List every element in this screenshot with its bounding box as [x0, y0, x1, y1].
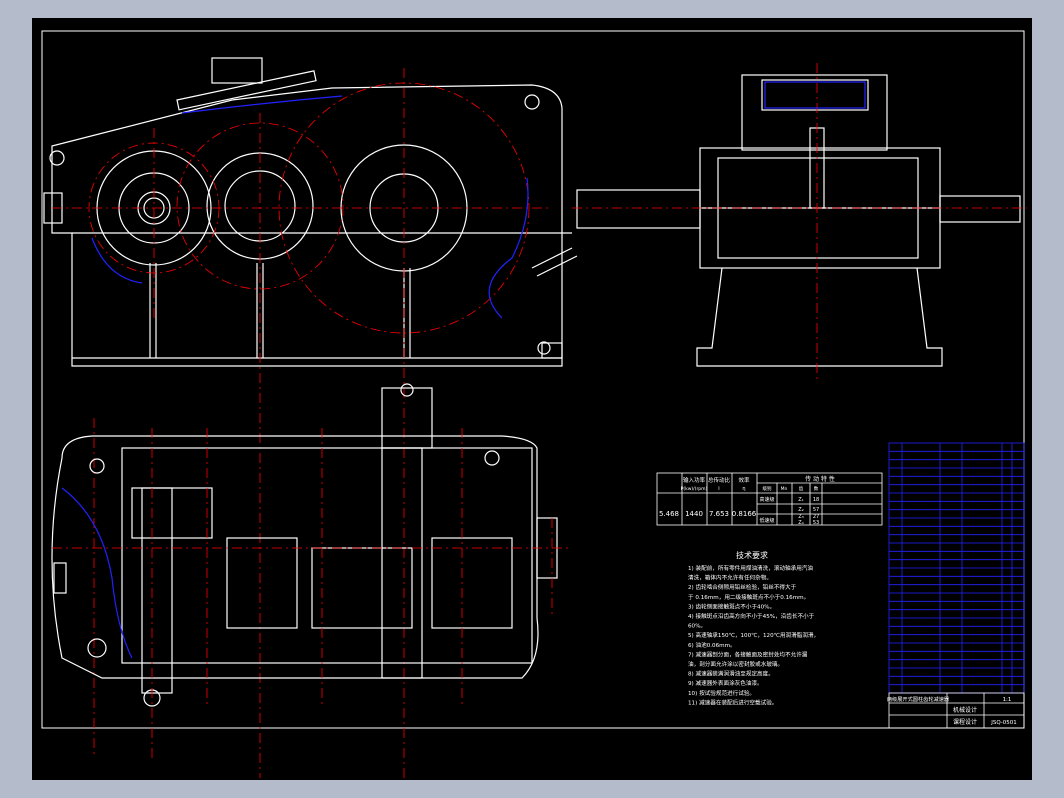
plan-view	[51, 383, 558, 707]
stage-head-teeth: 齿	[799, 486, 804, 492]
tech-requirement-line: 3) 齿轮侧面接触斑点不小于40%。	[688, 602, 775, 610]
tech-requirement-line: 11) 减速器在装配后进行空载试验。	[688, 698, 777, 706]
title-block-course: 课程设计	[953, 718, 977, 726]
tech-requirement-line: 8) 减速器装满润滑油至规定高度。	[688, 670, 774, 678]
parts-list	[888, 442, 1025, 694]
performance-col-eff: 效率	[738, 476, 750, 484]
performance-value-speed: 1440	[685, 510, 703, 518]
side-view	[576, 74, 1021, 367]
tech-requirements-lines: 1) 装配前，所有零件用煤油清洗，滚动轴承用汽油清洗，箱体内不允许有任何杂物。2…	[688, 564, 819, 706]
performance-value-power: 5.468	[659, 510, 679, 518]
stage1-label: 高速级	[759, 496, 774, 503]
tech-requirement-line: 4) 接触斑点沿齿高方向不小于45%，沿齿长不小于	[688, 612, 815, 620]
tech-requirement-line: 60%。	[688, 624, 706, 630]
stage-head-count: 数	[814, 485, 819, 492]
title-block-drawing-name: 两级展开式圆柱齿轮减速器	[887, 695, 950, 703]
stage2-label: 低速级	[759, 517, 774, 524]
tech-requirement-line: 6) 油池0.06mm。	[688, 641, 736, 649]
title-block-code: JSQ-0501	[990, 720, 1017, 726]
tech-requirements-title: 技术要求	[736, 550, 768, 560]
performance-value-ratio: 7.653	[709, 510, 729, 518]
gear-z4-count: 53	[813, 520, 819, 526]
tech-requirement-line: 于 0.16mm，用二级接触斑点不小于0.16mm。	[688, 593, 809, 601]
front-view	[43, 57, 578, 367]
tech-requirement-line: 清洗，箱体内不允许有任何杂物。	[688, 574, 772, 582]
tech-requirements: 技术要求 1) 装配前，所有零件用煤油清洗，滚动轴承用汽油清洗，箱体内不允许有任…	[688, 550, 819, 706]
drawing-border	[41, 30, 1025, 729]
title-block-scale: 1:1	[1003, 697, 1012, 703]
tech-requirement-line: 油，剖分面允许涂以密封胶或水玻璃。	[688, 660, 783, 668]
performance-col-power: 输入功率	[683, 476, 706, 484]
side-view-centerlines	[572, 63, 1027, 383]
gear-z1-count: 18	[813, 497, 819, 503]
performance-value-eff: 0.8166	[732, 510, 757, 518]
gear-z2: Z₂	[798, 507, 803, 513]
cad-drawing: 传 动 特 性 输入功率 P(kw)/(rpm) 总传动比 i 效率 η 5.4…	[41, 30, 1027, 778]
tech-requirement-line: 5) 高速轴承150℃，100℃，120℃用润滑脂润滑，	[688, 631, 819, 639]
tech-requirement-line: 7) 减速器剖分面，各接触面及密封处均不允许漏	[688, 650, 808, 658]
title-block: 两级展开式圆柱齿轮减速器 1:1 机械设计 课程设计 JSQ-0501	[887, 692, 1025, 729]
gear-z1: Z₁	[798, 497, 803, 503]
stage-head-level: 级别	[763, 485, 772, 492]
tech-requirement-line: 2) 齿轮啮合侧隙用铅丝检验，铅丝不得大于	[688, 583, 797, 591]
title-block-design: 机械设计	[953, 706, 977, 714]
tech-requirement-line: 1) 装配前，所有零件用煤油清洗，滚动轴承用汽油	[688, 564, 813, 572]
tech-requirement-line: 9) 减速器外表面涂灰色油漆。	[688, 679, 763, 687]
gear-z4: Z₄	[798, 520, 803, 526]
performance-table: 传 动 特 性 输入功率 P(kw)/(rpm) 总传动比 i 效率 η 5.4…	[656, 472, 883, 526]
stage-head-mn: Mn	[781, 486, 788, 492]
tech-requirement-line: 10) 按试验规范进行试验。	[688, 689, 755, 697]
drawing-frame: 传 动 特 性 输入功率 P(kw)/(rpm) 总传动比 i 效率 η 5.4…	[32, 18, 1032, 780]
performance-col-ratio: 总传动比	[708, 476, 731, 484]
performance-col-eff-sub: η	[742, 486, 745, 492]
side-view-window	[764, 81, 866, 109]
front-view-break-lines	[91, 95, 529, 319]
performance-col-power-unit: P(kw)/(rpm)	[681, 486, 708, 492]
performance-col-ratio-sub: i	[718, 486, 719, 492]
gear-z2-count: 57	[813, 507, 819, 513]
performance-table-title: 传 动 特 性	[805, 475, 835, 483]
